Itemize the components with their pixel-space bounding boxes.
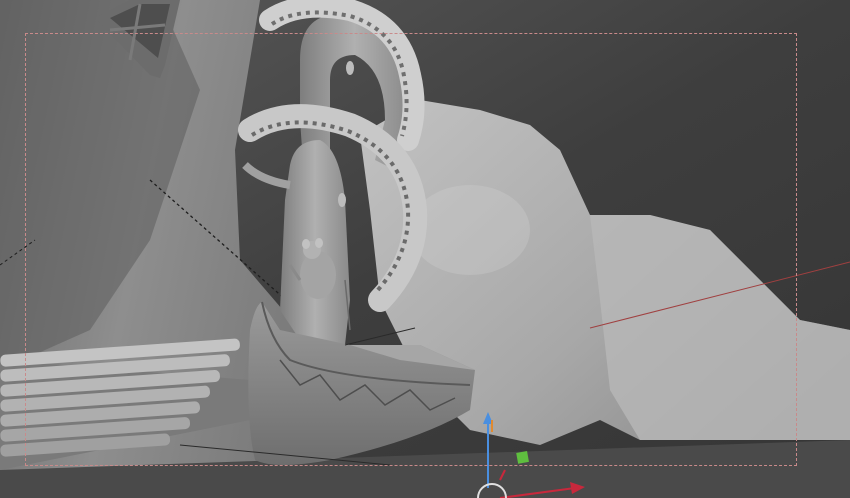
rock-highlight — [410, 185, 530, 275]
mini-figure-lower — [338, 193, 346, 207]
gizmo-center-handle[interactable] — [516, 451, 529, 464]
scene-canvas[interactable] — [0, 0, 850, 498]
mini-figure-upper — [346, 61, 354, 75]
3d-viewport[interactable] — [0, 0, 850, 498]
